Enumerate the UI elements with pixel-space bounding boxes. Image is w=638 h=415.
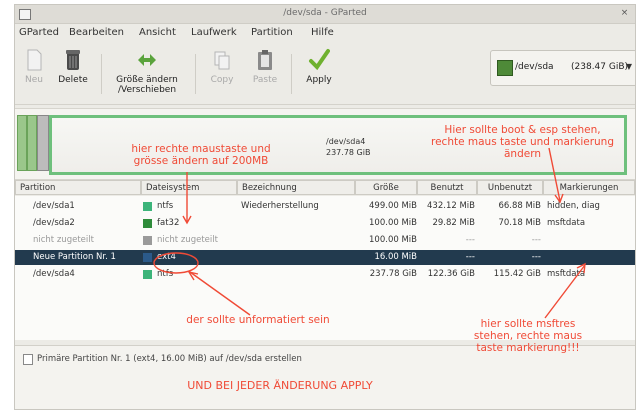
cell-partition: /dev/sda4 [33, 269, 75, 279]
menu-gparted[interactable]: GParted [19, 27, 59, 38]
delete-button[interactable]: Delete [53, 48, 93, 85]
cell-filesystem: ntfs [157, 201, 174, 211]
toolbar-separator [101, 54, 102, 94]
cell-filesystem: fat32 [157, 218, 180, 228]
new-icon [23, 48, 45, 72]
toolbar-separator [195, 54, 196, 94]
menu-bar: GParted Bearbeiten Ansicht Laufwerk Part… [15, 24, 635, 42]
annotation-apply-hint: UND BEI JEDER ÄNDERUNG APPLY [187, 379, 373, 392]
menu-hilfe[interactable]: Hilfe [311, 27, 334, 38]
annotation-msftres-hint: hier sollte msftres stehen, rechte maus … [473, 318, 583, 354]
annotation-unformatted-hint: der sollte unformatiert sein [186, 314, 330, 326]
resize-icon [136, 48, 158, 72]
cell-used: 432.12 MiB [427, 201, 475, 211]
cell-unused: --- [531, 252, 541, 262]
cell-used: --- [465, 252, 475, 262]
new-button[interactable]: Neu [19, 48, 49, 85]
cell-size: 16.00 MiB [374, 252, 417, 262]
cell-partition: Neue Partition Nr. 1 [33, 252, 116, 262]
cell-filesystem: ntfs [157, 269, 174, 279]
cell-size: 100.00 MiB [369, 235, 417, 245]
graph-segment-unallocated[interactable] [37, 115, 49, 171]
resize-move-button[interactable]: Größe ändern /Verschieben [107, 48, 187, 95]
cell-label: Wiederherstellung [241, 201, 319, 211]
filesystem-color-icon [143, 236, 152, 245]
cell-used: --- [465, 235, 475, 245]
pending-operations-panel: Primäre Partition Nr. 1 (ext4, 16.00 MiB… [15, 345, 635, 409]
cell-flags: hidden, diag [547, 201, 600, 211]
graph-segment-sda1[interactable] [17, 115, 27, 171]
close-icon[interactable]: × [620, 9, 629, 18]
cell-filesystem: ext4 [157, 252, 176, 262]
column-header-label[interactable]: Bezeichnung [237, 180, 355, 195]
column-header-filesystem[interactable]: Dateisystem [141, 180, 237, 195]
table-row[interactable]: /dev/sda2 fat32 100.00 MiB 29.82 MiB 70.… [15, 216, 635, 231]
cell-unused: 115.42 GiB [493, 269, 541, 279]
filesystem-color-icon [143, 202, 152, 211]
table-row-selected[interactable]: Neue Partition Nr. 1 ext4 16.00 MiB --- … [15, 250, 635, 265]
copy-icon [211, 48, 233, 72]
filesystem-color-icon [143, 219, 152, 228]
cell-size: 237.78 GiB [369, 269, 417, 279]
cell-flags: msftdata [547, 269, 586, 279]
cell-used: 122.36 GiB [427, 269, 475, 279]
menu-laufwerk[interactable]: Laufwerk [191, 27, 237, 38]
column-header-unused[interactable]: Unbenutzt [477, 180, 543, 195]
table-row[interactable]: /dev/sda4 ntfs 237.78 GiB 122.36 GiB 115… [15, 267, 635, 282]
filesystem-color-icon [143, 253, 152, 262]
delete-icon [62, 48, 84, 72]
menu-ansicht[interactable]: Ansicht [139, 27, 176, 38]
cell-filesystem: nicht zugeteilt [157, 235, 218, 245]
harddisk-icon [497, 60, 513, 76]
cell-partition: nicht zugeteilt [33, 235, 94, 245]
column-header-used[interactable]: Benutzt [417, 180, 477, 195]
cell-partition: /dev/sda2 [33, 218, 75, 228]
copy-button[interactable]: Copy [205, 48, 239, 85]
menu-partition[interactable]: Partition [251, 27, 293, 38]
cell-partition: /dev/sda1 [33, 201, 75, 211]
title-bar: /dev/sda - GParted × [15, 5, 635, 24]
graph-segment-sda2[interactable] [27, 115, 37, 171]
cell-size: 499.00 MiB [369, 201, 417, 211]
paste-icon [254, 48, 276, 72]
chevron-down-icon: ▼ [625, 62, 632, 71]
table-row[interactable]: nicht zugeteilt nicht zugeteilt 100.00 M… [15, 233, 635, 248]
apply-button[interactable]: Apply [299, 48, 339, 85]
annotation-resize-hint: hier rechte maustaste und grösse ändern … [131, 143, 271, 167]
cell-size: 100.00 MiB [369, 218, 417, 228]
checkmark-icon [308, 48, 330, 72]
filesystem-color-icon [143, 270, 152, 279]
cell-unused: 66.88 MiB [498, 201, 541, 211]
toolbar-separator [291, 54, 292, 94]
annotation-boot-esp-hint: Hier sollte boot & esp stehen, rechte ma… [431, 124, 614, 160]
column-header-flags[interactable]: Markierungen [543, 180, 635, 195]
operation-icon [23, 354, 33, 365]
cell-unused: 70.18 MiB [498, 218, 541, 228]
window-title: /dev/sda - GParted [283, 8, 367, 18]
cell-used: 29.82 MiB [432, 218, 475, 228]
partition-table-header: Partition Dateisystem Bezeichnung Größe … [15, 180, 635, 196]
paste-button[interactable]: Paste [247, 48, 283, 85]
column-header-size[interactable]: Größe [355, 180, 417, 195]
pending-operation-item[interactable]: Primäre Partition Nr. 1 (ext4, 16.00 MiB… [37, 354, 302, 364]
cell-flags: msftdata [547, 218, 586, 228]
device-selector[interactable]: /dev/sda (238.47 GiB) ▼ [490, 50, 635, 86]
cell-unused: --- [531, 235, 541, 245]
menu-bearbeiten[interactable]: Bearbeiten [69, 27, 124, 38]
table-row[interactable]: /dev/sda1 ntfs Wiederherstellung 499.00 … [15, 199, 635, 214]
toolbar: Neu Delete Größe ändern /Verschieben Cop… [15, 42, 635, 105]
column-header-partition[interactable]: Partition [15, 180, 141, 195]
